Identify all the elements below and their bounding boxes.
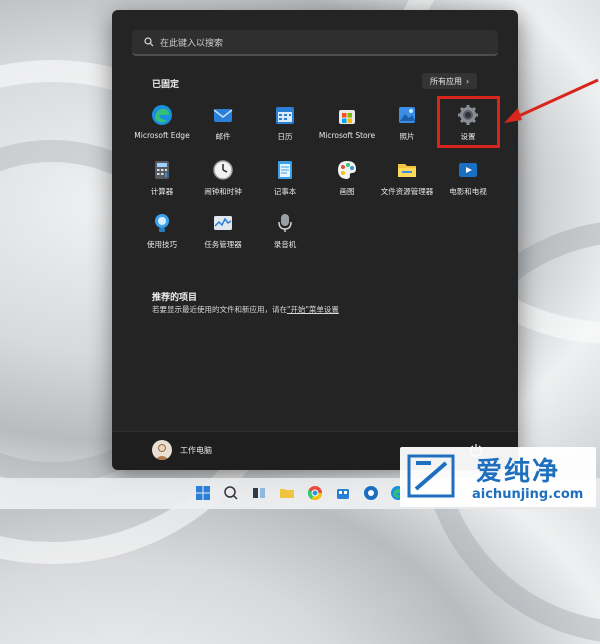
app-label: 文件资源管理器 [380,187,434,196]
recommended-hint-text: 若要显示最近使用的文件和新应用，请在 [152,305,287,314]
pinned-app-voice-recorder[interactable]: 录音机 [254,212,316,262]
store-icon [339,110,355,124]
brand-logo-icon [407,454,455,498]
photos-icon [399,107,415,123]
task-view-icon[interactable] [251,485,267,501]
edge-icon [152,105,172,125]
task-manager-icon [214,216,232,230]
app-label: 闹钟和时钟 [204,187,242,196]
avatar[interactable] [152,440,172,460]
pinned-app-calendar[interactable]: 日历 [254,104,316,154]
pinned-app-store[interactable]: Microsoft Store [316,104,378,154]
all-apps-button[interactable]: 所有应用 › [422,73,478,89]
calendar-icon [276,107,294,124]
user-name[interactable]: 工作电脑 [180,445,212,456]
app-label: 计算器 [150,187,174,196]
pinned-app-edge[interactable]: Microsoft Edge [131,104,193,154]
pinned-app-paint[interactable]: 画图 [316,159,378,209]
app-label: 录音机 [273,240,297,249]
pinned-app-file-explorer[interactable]: 文件资源管理器 [376,159,438,209]
app-label: 电影和电视 [449,187,487,196]
user-avatar-icon [155,444,169,460]
pinned-app-task-manager[interactable]: 任务管理器 [192,212,254,262]
app-label: 照片 [399,132,415,141]
app-label: 任务管理器 [204,240,242,249]
pinned-app-calculator[interactable]: 计算器 [131,159,193,209]
mail-icon [213,109,233,122]
calculator-icon [155,161,169,179]
windows-start-icon[interactable] [195,485,211,501]
taskbar-chrome-icon[interactable] [307,485,323,501]
pinned-app-movies-tv[interactable]: 电影和电视 [437,159,499,209]
app-label: 使用技巧 [147,240,177,249]
recommended-title: 推荐的项目 [152,293,198,303]
start-menu: 在此键入以搜索 已固定 所有应用 › Microsoft Edge 邮件 日历 … [112,10,518,470]
app-label: 邮件 [215,132,231,141]
taskbar-file-explorer-icon[interactable] [279,485,295,501]
search-box[interactable]: 在此键入以搜索 [132,30,498,56]
app-label: 画图 [339,187,355,196]
taskbar-store-icon[interactable] [335,485,351,501]
recommended-hint: 若要显示最近使用的文件和新应用，请在"开始"菜单设置 [152,304,339,315]
pinned-app-notepad[interactable]: 记事本 [254,159,316,209]
settings-highlight-box [437,96,500,148]
app-label: Microsoft Edge [134,131,190,140]
watermark-brand: 爱纯净 [476,457,561,487]
search-icon [144,37,154,47]
pinned-app-tips[interactable]: 使用技巧 [131,212,193,262]
app-label: 记事本 [273,187,297,196]
pinned-app-photos[interactable]: 照片 [376,104,438,154]
annotation-arrow-icon [504,78,599,123]
search-placeholder: 在此键入以搜索 [160,38,224,49]
watermark: 爱纯净 aichunjing.com [400,447,596,507]
pinned-title: 已固定 [152,80,180,90]
voice-recorder-icon [278,214,292,232]
all-apps-label: 所有应用 [430,76,462,86]
watermark-url: aichunjing.com [472,487,584,502]
movies-icon [459,163,477,177]
taskbar-search-icon[interactable] [223,485,239,501]
folder-icon [398,164,416,177]
tips-icon [155,214,169,232]
pinned-app-clock[interactable]: 闹钟和时钟 [192,159,254,209]
chevron-right-icon: › [466,76,470,86]
app-label: 日历 [277,132,293,141]
app-label: Microsoft Store [318,131,376,140]
notepad-icon [278,161,292,179]
paint-icon [338,161,356,179]
pinned-app-mail[interactable]: 邮件 [192,104,254,154]
taskbar-app-icon[interactable] [363,485,379,501]
clock-icon [213,160,233,180]
start-settings-link[interactable]: "开始"菜单设置 [287,305,339,314]
